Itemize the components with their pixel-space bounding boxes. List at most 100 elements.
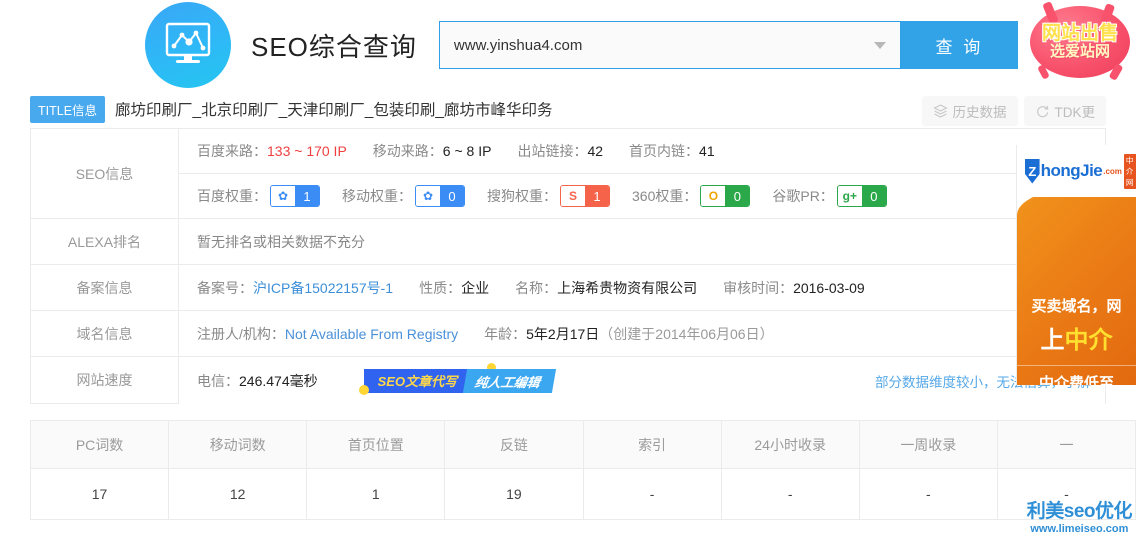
icp-number-value[interactable]: 沪ICP备15022157号-1 (253, 280, 393, 296)
cell-backlinks: 19 (445, 469, 584, 519)
col-header-home-position: 首页位置 (307, 421, 446, 469)
search-bar: 查 询 (438, 21, 1018, 69)
tdk-update-label: TDK更 (1054, 105, 1096, 120)
site-title-text: 廊坊印刷厂_北京印刷厂_天津印刷厂_包装印刷_廊坊市峰华印务 (115, 102, 553, 119)
mobile-weight-label: 移动权重： (342, 188, 412, 204)
baidu-mobile-paw-icon: ✿ (416, 186, 440, 206)
baidu-weight-value: 1 (295, 186, 319, 206)
zhongjie-ad-banner[interactable]: Z hongJie .com 中介网 买卖域名，网 上中介 中介费低至 (1016, 145, 1136, 385)
title-actions: 历史数据 TDK更 (921, 96, 1106, 126)
icp-type-value: 企业 (461, 279, 490, 296)
alexa-rank-value: 暂无排名或相关数据不充分 (197, 233, 365, 250)
ad-line-2: 上中介 (1017, 320, 1136, 355)
cell-week-indexed: - (859, 469, 998, 519)
col-header-index: 索引 (583, 421, 722, 469)
row-label-speed: 网站速度 (31, 357, 178, 404)
info-label-column: SEO信息 ALEXA排名 备案信息 域名信息 网站速度 (31, 129, 179, 404)
icp-number-label: 备案号： (197, 279, 253, 296)
seo-query-page: SEO综合查询 查 询 网站出售 选爱站网 TITLE信息 廊坊印刷厂_北京印刷… (0, 0, 1136, 537)
cell-24h-indexed: - (721, 469, 860, 519)
col-header-24h-indexed: 24小时收录 (721, 421, 860, 469)
domain-registrant-label: 注册人/机构： (197, 325, 285, 342)
baidu-traffic-value: 133 ~ 170 IP (267, 143, 347, 159)
cell-home-position: 1 (307, 469, 446, 519)
baidu-traffic: 百度来路：133 ~ 170 IP (197, 141, 347, 161)
badge-text: 网站出售 选爱站网 (1041, 22, 1118, 61)
domain-age: 年龄：5年2月17日（创建于2014年06月06日） (484, 324, 773, 344)
icp-name-value: 上海希贵物资有限公司 (557, 279, 698, 296)
layers-icon (932, 104, 948, 118)
search-input[interactable] (439, 22, 900, 68)
row-label-icp: 备案信息 (31, 265, 178, 311)
qihoo360-weight-label: 360权重： (632, 188, 698, 204)
ad-line-1: 买卖域名，网 (1031, 298, 1122, 315)
zhongjie-wordmark: hongJie (1040, 161, 1103, 180)
col-header-month-indexed: 一 (997, 421, 1136, 469)
col-header-pc-keywords: PC词数 (31, 421, 170, 469)
mobile-traffic-label: 移动来路： (372, 143, 443, 159)
telecom-speed-label: 电信： (197, 372, 239, 389)
chevron-down-icon[interactable] (873, 42, 886, 49)
search-box[interactable] (438, 21, 901, 69)
history-data-label: 历史数据 (952, 105, 1007, 120)
mobile-weight-value: 0 (440, 186, 464, 206)
refresh-icon (1035, 104, 1050, 118)
info-value-column: 百度来路：133 ~ 170 IP 移动来路：6 ~ 8 IP 出站链接：42 … (179, 129, 1105, 404)
row-label-domain: 域名信息 (31, 311, 178, 357)
mobile-weight[interactable]: 移动权重： ✿ 0 (342, 185, 465, 207)
ad-dot (358, 384, 369, 395)
outbound-links-label: 出站链接： (517, 143, 588, 159)
watermark-line-2: www.limeiseo.com (1030, 523, 1129, 535)
status-badge: ✿ 0 (415, 185, 465, 207)
outbound-links: 出站链接：42 (517, 141, 603, 161)
ad-line-2-prefix: 上 (1040, 327, 1065, 354)
qihoo-360-icon: O (701, 186, 726, 206)
row-label-alexa: ALEXA排名 (31, 219, 178, 265)
search-button[interactable]: 查 询 (900, 21, 1018, 69)
mobile-traffic-value: 6 ~ 8 IP (442, 143, 492, 159)
baidu-traffic-label: 百度来路： (197, 143, 267, 159)
baidu-paw-icon: ✿ (271, 186, 295, 206)
cell-pc-keywords: 17 (31, 469, 170, 519)
ad-pill-right: 纯人工编辑 (462, 368, 557, 393)
row-alexa-rank: 暂无排名或相关数据不充分 (179, 219, 1105, 265)
site-info-table: SEO信息 ALEXA排名 备案信息 域名信息 网站速度 百度来路：133 ~ … (30, 128, 1106, 404)
badge-line-1: 网站出售 (1041, 22, 1118, 44)
outbound-links-value: 42 (587, 143, 604, 159)
status-badge: ✿ 1 (270, 185, 320, 207)
ad-copy: 买卖域名，网 上中介 (1017, 295, 1136, 355)
baidu-weight[interactable]: 百度权重： ✿ 1 (197, 185, 320, 207)
baidu-weight-label: 百度权重： (197, 188, 267, 204)
icp-name-label: 名称： (515, 279, 558, 296)
col-header-backlinks: 反链 (445, 421, 584, 469)
domain-registrant: 注册人/机构：Not Available From Registry (197, 324, 458, 344)
row-icp-record: 备案号：沪ICP备15022157号-1 性质：企业 名称：上海希贵物资有限公司… (179, 265, 1105, 311)
row-seo-traffic: 百度来路：133 ~ 170 IP 移动来路：6 ~ 8 IP 出站链接：42 … (179, 129, 1105, 174)
mobile-traffic: 移动来路：6 ~ 8 IP (373, 141, 492, 161)
ad-line-2-accent: 中介 (1064, 327, 1113, 354)
col-header-week-indexed: 一周收录 (859, 421, 998, 469)
history-data-button[interactable]: 历史数据 (921, 96, 1018, 126)
cell-month-indexed: - (997, 469, 1136, 519)
icp-type: 性质：企业 (419, 278, 489, 298)
qihoo360-weight[interactable]: 360权重： O 0 (632, 185, 751, 207)
domain-age-label: 年龄： (484, 325, 527, 342)
google-pr-label: 谷歌PR： (772, 188, 834, 204)
seo-copywriting-ad[interactable]: SEO文章代写 纯人工编辑 (358, 362, 557, 395)
monitor-chart-icon (145, 2, 231, 88)
domain-registrant-value: Not Available From Registry (284, 325, 459, 342)
site-for-sale-badge[interactable]: 网站出售 选爱站网 (1024, 1, 1136, 82)
ad-pill-left: SEO文章代写 (363, 368, 468, 393)
google-pr[interactable]: 谷歌PR： g+ 0 (772, 185, 887, 207)
zhongjie-domain: .com (1103, 166, 1122, 176)
col-header-mobile-keywords: 移动词数 (169, 421, 308, 469)
table-header-row: PC词数 移动词数 首页位置 反链 索引 24小时收录 一周收录 一 (31, 421, 1136, 469)
shield-icon: Z (1025, 158, 1040, 184)
sogou-weight-label: 搜狗权重： (487, 188, 557, 204)
tdk-update-button[interactable]: TDK更 (1023, 96, 1106, 126)
home-inlinks-value: 41 (699, 143, 715, 159)
home-inlinks: 首页内链：41 (629, 141, 715, 161)
home-inlinks-label: 首页内链： (629, 143, 700, 159)
domain-created-value: （创建于2014年06月06日） (599, 325, 774, 342)
sogou-weight[interactable]: 搜狗权重： S 1 (487, 185, 610, 207)
